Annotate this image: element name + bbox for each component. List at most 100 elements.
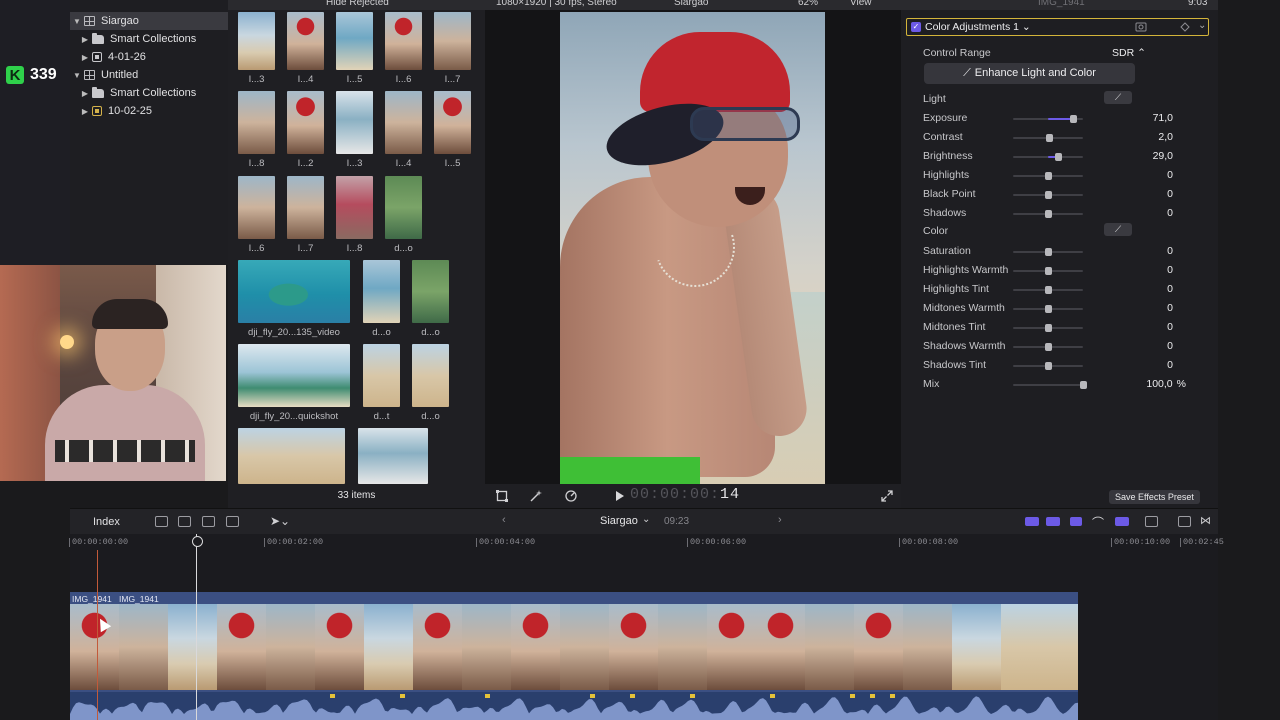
playhead[interactable] — [192, 534, 203, 720]
library-item[interactable]: ▶ Smart Collections — [70, 30, 228, 48]
hide-rejected-filter[interactable]: Hide Rejected — [326, 0, 389, 8]
clip-thumbnail[interactable] — [238, 260, 350, 323]
transitions-icon[interactable]: ⋈ — [1200, 514, 1211, 527]
enhance-light-color-button[interactable]: ⟋ Enhance Light and Color — [924, 63, 1135, 84]
clip-thumbnail[interactable] — [287, 176, 324, 239]
clip-appearance-icon[interactable] — [1025, 517, 1039, 526]
keyframe-icon[interactable] — [1180, 22, 1190, 32]
param-value[interactable]: 2,0 — [1113, 131, 1173, 143]
insert-clip-icon[interactable] — [178, 516, 191, 527]
param-value[interactable]: 71,0 — [1113, 112, 1173, 124]
clip-thumbnail[interactable] — [238, 12, 275, 70]
param-slider[interactable] — [1013, 210, 1083, 218]
skimming-icon[interactable] — [1070, 517, 1082, 526]
clip-thumbnail[interactable] — [336, 176, 373, 239]
effect-header[interactable]: ✓ Color Adjustments 1 ⌄ ⌄ — [906, 18, 1209, 36]
slider-knob[interactable] — [1046, 134, 1053, 142]
clip-thumbnail[interactable] — [238, 344, 350, 407]
slider-knob[interactable] — [1045, 324, 1052, 332]
param-slider[interactable] — [1013, 343, 1083, 351]
slider-knob[interactable] — [1045, 267, 1052, 275]
clip-thumbnail[interactable] — [238, 428, 345, 484]
clip-thumbnail[interactable] — [412, 344, 449, 407]
headphones-icon[interactable]: ⌒ — [1092, 514, 1104, 531]
clip-thumbnail[interactable] — [412, 260, 449, 323]
timeline-index-icon[interactable] — [1145, 516, 1158, 527]
clip-thumbnail[interactable] — [434, 91, 471, 154]
disclosure-collapsed-icon[interactable]: ▶ — [80, 35, 90, 44]
param-value[interactable]: 0 — [1113, 169, 1173, 181]
clip-thumbnail[interactable] — [385, 12, 422, 70]
control-range-select[interactable]: SDR ⌃ — [1112, 47, 1146, 59]
slider-knob[interactable] — [1045, 286, 1052, 294]
library-item[interactable]: ▶ 10-02-25 — [70, 102, 228, 120]
slider-knob[interactable] — [1045, 172, 1052, 180]
back-arrow-icon[interactable]: ‹ — [502, 514, 506, 526]
param-slider[interactable] — [1013, 172, 1083, 180]
param-slider[interactable] — [1013, 381, 1087, 389]
clip-thumbnail[interactable] — [238, 91, 275, 154]
library-item[interactable]: ▶ Smart Collections — [70, 84, 228, 102]
param-value[interactable]: 0 — [1113, 359, 1173, 371]
param-slider[interactable] — [1013, 115, 1083, 123]
slider-knob[interactable] — [1045, 210, 1052, 218]
disclosure-collapsed-icon[interactable]: ▶ — [80, 53, 90, 62]
clip-thumbnail[interactable] — [363, 344, 400, 407]
snapping-icon[interactable] — [1046, 517, 1060, 526]
chevron-down-icon[interactable]: ⌄ — [1198, 20, 1206, 31]
library-item[interactable]: ▼ Untitled — [70, 66, 228, 84]
timeline-ruler[interactable]: 00:00:00:00 00:00:02:00 00:00:04:00 00:00:0… — [68, 534, 1224, 550]
clip-thumbnail[interactable] — [336, 91, 373, 154]
video-frame[interactable] — [560, 12, 825, 484]
forward-arrow-icon[interactable]: › — [778, 514, 782, 526]
disclosure-expanded-icon[interactable]: ▼ — [72, 71, 82, 80]
clip-thumbnail[interactable] — [336, 12, 373, 70]
param-value[interactable]: 0 — [1113, 264, 1173, 276]
clip-thumbnail[interactable] — [385, 176, 422, 239]
solo-icon[interactable] — [1115, 517, 1129, 526]
param-value[interactable]: 0 — [1113, 340, 1173, 352]
param-value[interactable]: 0 — [1113, 321, 1173, 333]
slider-knob[interactable] — [1045, 362, 1052, 370]
color-auto-button[interactable]: ⟋ — [1104, 223, 1132, 236]
param-slider[interactable] — [1013, 191, 1083, 199]
slider-knob[interactable] — [1045, 343, 1052, 351]
disclosure-collapsed-icon[interactable]: ▶ — [80, 107, 90, 116]
fullscreen-icon[interactable] — [881, 490, 893, 502]
effect-title[interactable]: Color Adjustments 1 ⌄ — [925, 21, 1031, 33]
transform-icon[interactable] — [496, 490, 508, 502]
clip-thumbnail[interactable] — [434, 12, 471, 70]
library-item[interactable]: ▶ 4-01-26 — [70, 48, 228, 66]
param-slider[interactable] — [1013, 305, 1083, 313]
zoom-menu[interactable]: 62% — [798, 0, 818, 8]
param-value[interactable]: 100,0% — [1113, 378, 1186, 390]
param-slider[interactable] — [1013, 362, 1083, 370]
param-slider[interactable] — [1013, 134, 1083, 142]
param-value[interactable]: 0 — [1113, 302, 1173, 314]
clip-thumbnail[interactable] — [238, 176, 275, 239]
disclosure-collapsed-icon[interactable]: ▶ — [80, 89, 90, 98]
param-value[interactable]: 0 — [1113, 207, 1173, 219]
disclosure-expanded-icon[interactable]: ▼ — [72, 17, 82, 26]
layout-icon[interactable] — [1178, 516, 1191, 527]
param-slider[interactable] — [1013, 286, 1083, 294]
param-slider[interactable] — [1013, 324, 1083, 332]
slider-knob[interactable] — [1045, 248, 1052, 256]
slider-knob[interactable] — [1045, 305, 1052, 313]
clip-thumbnail[interactable] — [358, 428, 428, 484]
append-clip-icon[interactable] — [202, 516, 215, 527]
slider-knob[interactable] — [1055, 153, 1062, 161]
slider-knob[interactable] — [1070, 115, 1077, 123]
view-menu[interactable]: View — [850, 0, 872, 8]
index-button[interactable]: Index — [93, 516, 120, 528]
light-auto-button[interactable]: ⟋ — [1104, 91, 1132, 104]
select-tool-icon[interactable]: ➤⌄ — [270, 514, 290, 528]
primary-clip[interactable]: IMG_1941 IMG_1941 — [70, 592, 1078, 720]
clip-thumbnail[interactable] — [385, 91, 422, 154]
param-slider[interactable] — [1013, 267, 1083, 275]
effect-enable-checkbox[interactable]: ✓ — [911, 22, 921, 32]
clip-thumbnail[interactable] — [363, 260, 400, 323]
timeline-panel[interactable]: 00:00:00:00 00:00:02:00 00:00:04:00 00:00:0… — [68, 534, 1224, 720]
param-value[interactable]: 29,0 — [1113, 150, 1173, 162]
connect-clip-icon[interactable] — [155, 516, 168, 527]
